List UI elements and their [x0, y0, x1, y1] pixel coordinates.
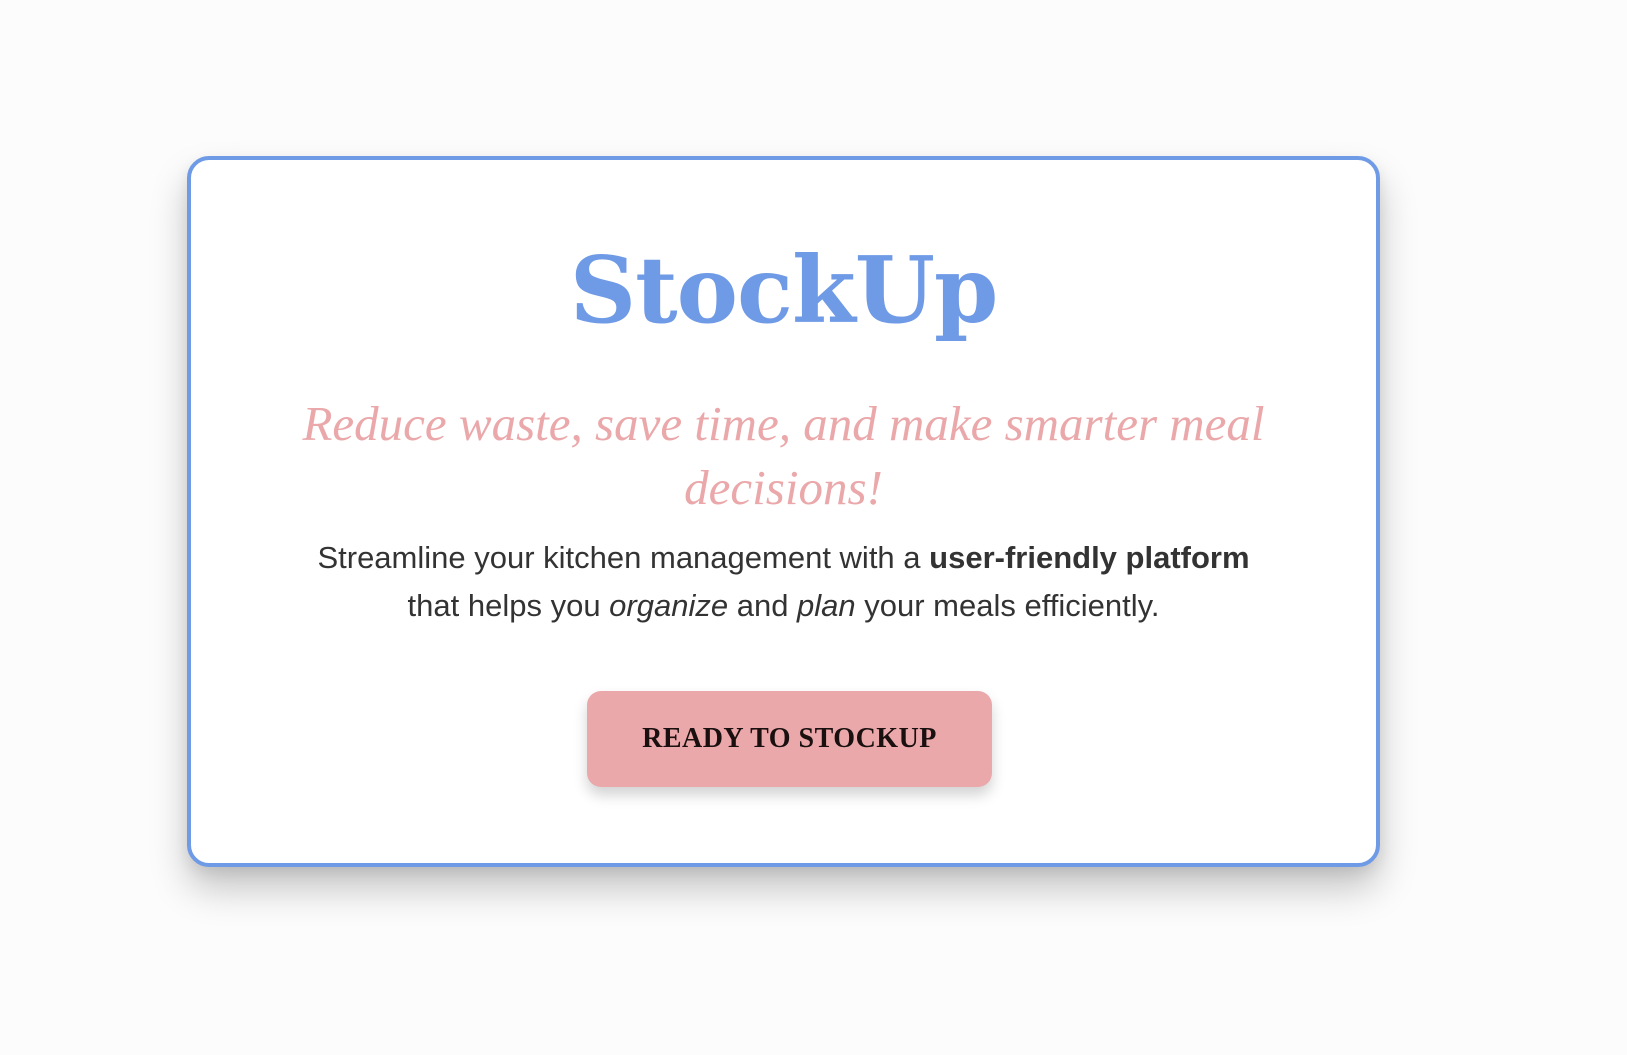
description: Streamline your kitchen management with …: [301, 534, 1266, 630]
description-text: your meals efficiently.: [855, 588, 1160, 623]
description-plan: plan: [797, 588, 856, 623]
description-organize: organize: [609, 588, 729, 623]
description-text: that helps you: [407, 588, 610, 623]
ready-to-stockup-button[interactable]: READY TO STOCKUP: [587, 691, 992, 787]
description-text: and: [728, 588, 798, 623]
description-text: Streamline your kitchen management with …: [317, 540, 930, 575]
description-emphasis: user-friendly platform: [929, 540, 1250, 575]
brand-title: StockUp: [569, 236, 999, 344]
tagline: Reduce waste, save time, and make smarte…: [302, 396, 1265, 515]
hero-card: StockUp Reduce waste, save time, and mak…: [187, 156, 1380, 867]
